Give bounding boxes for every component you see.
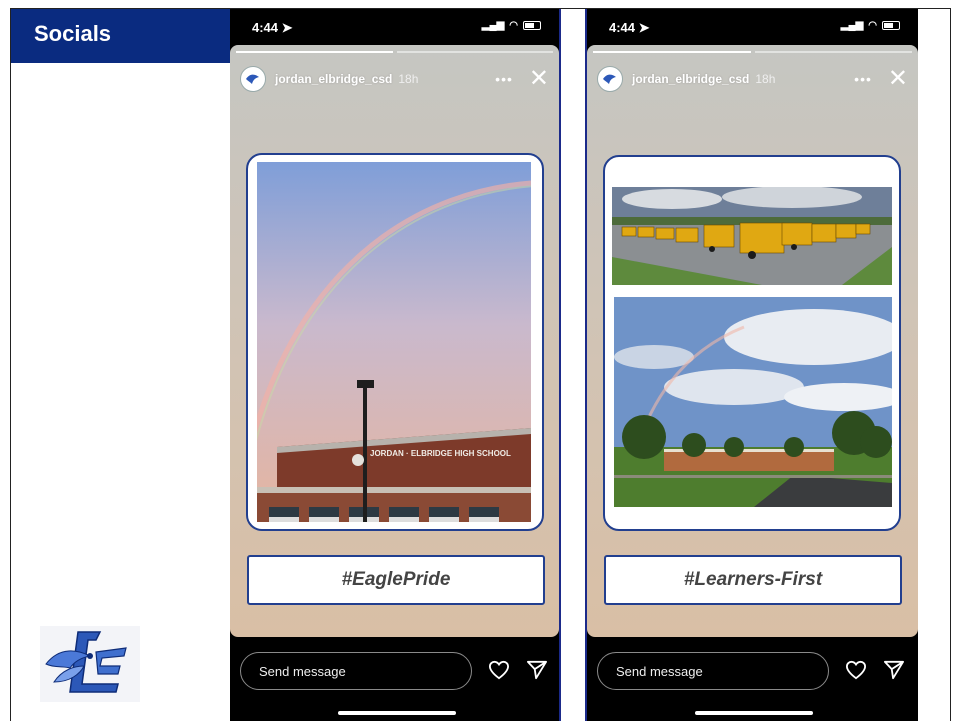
heart-icon[interactable] — [845, 660, 867, 680]
send-message-input[interactable]: Send message — [597, 652, 829, 690]
building-sign: JORDAN · ELBRIDGE HIGH SCHOOL — [370, 449, 511, 458]
story-header: jordan_elbridge_csd 18h ••• ✕ — [597, 65, 908, 93]
school-rainbow-photo-2 — [614, 297, 892, 507]
hashtag-sticker: #EaglePride — [247, 555, 545, 605]
close-icon[interactable]: ✕ — [888, 67, 908, 91]
avatar[interactable] — [240, 66, 266, 92]
story-phone-right: 4:44 ➤ ▂▄▆ ◠ jordan_elbridge_csd 18h •••… — [585, 9, 918, 721]
story-age: 18h — [755, 72, 776, 86]
battery-icon — [882, 21, 900, 30]
battery-icon — [523, 21, 541, 30]
close-icon[interactable]: ✕ — [529, 67, 549, 91]
location-arrow-icon: ➤ — [638, 20, 650, 35]
story-view[interactable]: jordan_elbridge_csd 18h ••• ✕ — [587, 45, 918, 637]
story-username[interactable]: jordan_elbridge_csd — [632, 72, 749, 86]
story-age: 18h — [398, 72, 419, 86]
hashtag-sticker: #Learners-First — [604, 555, 902, 605]
home-indicator — [695, 711, 813, 715]
avatar[interactable] — [597, 66, 623, 92]
photo-card: JORDAN · ELBRIDGE HIGH SCHOOL — [246, 153, 544, 531]
more-icon[interactable]: ••• — [495, 71, 513, 87]
story-phone-left: 4:44 ➤ ▂▄▆ ◠ jordan_elbridge_csd 18h •••… — [230, 9, 561, 721]
school-rainbow-photo: JORDAN · ELBRIDGE HIGH SCHOOL — [257, 162, 531, 522]
send-message-input[interactable]: Send message — [240, 652, 472, 690]
sidebar-title: Socials — [11, 9, 230, 63]
story-header: jordan_elbridge_csd 18h ••• ✕ — [240, 65, 549, 93]
signal-icon: ▂▄▆ — [481, 20, 505, 31]
status-time: 4:44 — [609, 20, 636, 35]
district-logo — [40, 626, 140, 702]
location-arrow-icon: ➤ — [281, 20, 293, 35]
status-bar: 4:44 ➤ ▂▄▆ ◠ — [587, 9, 918, 45]
send-icon[interactable] — [883, 660, 905, 680]
page: Socials 4:44 ➤ ▂▄▆ ◠ jordan_elbridge_csd… — [0, 0, 961, 721]
message-bar: Send message — [230, 649, 559, 721]
status-time: 4:44 — [252, 20, 279, 35]
story-username[interactable]: jordan_elbridge_csd — [275, 72, 392, 86]
story-progress — [236, 51, 553, 53]
story-progress — [593, 51, 912, 53]
story-view[interactable]: jordan_elbridge_csd 18h ••• ✕ — [230, 45, 559, 637]
wifi-icon: ◠ — [868, 20, 877, 31]
send-icon[interactable] — [526, 660, 548, 680]
photo-card — [603, 155, 901, 531]
home-indicator — [338, 711, 456, 715]
signal-icon: ▂▄▆ — [840, 20, 864, 31]
heart-icon[interactable] — [488, 660, 510, 680]
status-bar: 4:44 ➤ ▂▄▆ ◠ — [230, 9, 559, 45]
wifi-icon: ◠ — [509, 20, 518, 31]
school-buses-photo — [612, 187, 892, 285]
message-bar: Send message — [587, 649, 918, 721]
more-icon[interactable]: ••• — [854, 71, 872, 87]
